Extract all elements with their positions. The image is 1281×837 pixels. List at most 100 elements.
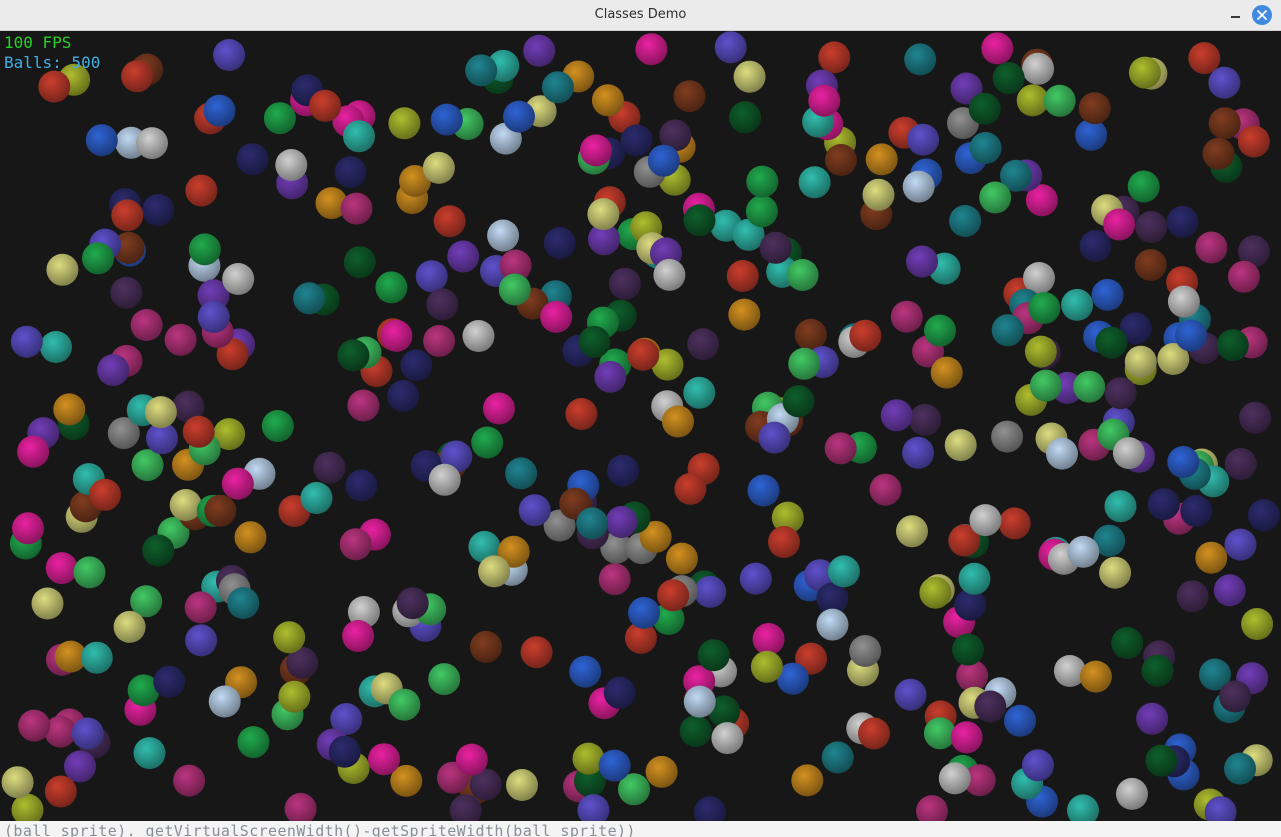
ball-sprite	[185, 624, 218, 657]
ball-sprite	[565, 398, 598, 430]
ball-sprite	[1136, 702, 1169, 735]
window-titlebar[interactable]: Classes Demo	[0, 0, 1281, 31]
ball-sprite	[1112, 437, 1145, 470]
ball-sprite	[38, 70, 71, 103]
ball-sprite	[261, 410, 294, 442]
ball-sprite	[478, 555, 511, 588]
ball-sprite	[293, 282, 326, 315]
ball-sprite	[758, 421, 791, 454]
ball-sprite	[791, 764, 824, 797]
ball-sprite	[342, 620, 375, 652]
ball-sprite	[343, 246, 376, 279]
ball-sprite	[745, 195, 778, 228]
ball-sprite	[518, 494, 551, 527]
ball-sprite	[728, 298, 761, 331]
ball-sprite	[909, 403, 942, 436]
ball-sprite	[974, 690, 1007, 723]
ball-sprite	[396, 587, 429, 620]
ball-sprite	[520, 636, 553, 669]
ball-sprite	[580, 134, 612, 167]
ball-sprite	[747, 474, 780, 507]
ball-sprite	[523, 34, 556, 67]
ball-sprite	[430, 103, 463, 136]
ball-sprite	[18, 709, 51, 742]
ball-sprite	[221, 467, 254, 500]
ball-sprite	[1134, 249, 1167, 281]
ball-sprite	[1061, 288, 1094, 321]
ball-sprite	[647, 144, 680, 177]
ball-sprite	[433, 205, 466, 238]
ball-sprite	[605, 506, 638, 538]
ball-sprite	[1079, 230, 1112, 262]
ball-sprite	[10, 325, 43, 358]
ball-sprite	[121, 60, 154, 93]
ball-sprite	[368, 743, 400, 776]
ball-sprite	[726, 260, 759, 292]
ball-sprite	[578, 325, 611, 358]
ball-sprite	[627, 338, 660, 371]
minimize-button[interactable]	[1226, 6, 1246, 26]
ball-sprite	[591, 84, 624, 117]
ball-sprite	[768, 526, 800, 558]
game-canvas[interactable]: 100 FPS Balls: 500	[0, 31, 1281, 829]
ball-sprite	[328, 735, 361, 768]
ball-sprite	[1104, 490, 1137, 523]
ball-sprite	[113, 610, 146, 643]
ball-sprite	[203, 94, 236, 127]
ball-sprite	[1147, 488, 1180, 521]
ball-sprite	[919, 576, 952, 609]
ball-sprite	[173, 764, 206, 797]
ball-sprite	[375, 271, 408, 304]
ball-sprite	[85, 124, 118, 157]
ball-sprite	[213, 39, 246, 71]
ball-sprite	[620, 124, 653, 157]
ball-sprite	[345, 469, 378, 502]
ball-sprite	[1213, 574, 1246, 607]
ball-sprite	[1237, 125, 1270, 158]
ball-sprite	[422, 151, 455, 184]
ball-sprite	[697, 639, 730, 672]
ball-sprite	[906, 245, 938, 278]
ball-sprite	[849, 319, 882, 352]
ball-sprite	[388, 107, 421, 140]
ball-sprite	[1141, 654, 1174, 687]
close-button[interactable]	[1252, 5, 1272, 25]
ball-sprite	[426, 288, 459, 321]
ball-sprite	[340, 192, 373, 225]
ball-sprite	[714, 31, 747, 64]
ball-sprite	[1227, 260, 1260, 293]
ball-sprite	[71, 717, 104, 750]
ball-sprite	[1022, 749, 1054, 782]
ball-sprite	[111, 199, 144, 232]
ball-sprite	[979, 181, 1012, 214]
ball-sprite	[1095, 326, 1128, 359]
ball-sprite	[144, 396, 177, 429]
ball-sprite	[1103, 208, 1136, 241]
ball-sprite	[890, 300, 923, 333]
ball-sprite	[739, 562, 772, 595]
ball-sprite	[1176, 580, 1209, 613]
ball-sprite	[1004, 704, 1036, 737]
ball-sprite	[635, 33, 668, 66]
ball-sprite	[1104, 377, 1137, 410]
ball-sprite	[1, 766, 34, 799]
ball-sprite	[483, 392, 515, 425]
ball-sprite	[808, 84, 841, 117]
ball-sprite	[498, 273, 531, 306]
ball-sprite	[825, 144, 857, 176]
ball-sprite	[17, 435, 50, 468]
ball-sprite	[894, 678, 927, 711]
ball-sprite	[794, 318, 827, 351]
ball-sprite	[400, 349, 433, 382]
ball-sprite	[1124, 345, 1157, 378]
ball-sprite	[869, 473, 902, 506]
ball-sprite	[387, 380, 420, 412]
ball-sprite	[628, 596, 660, 629]
ball-sprite	[711, 722, 744, 755]
ball-sprite	[594, 360, 627, 393]
ball-sprite	[746, 165, 779, 198]
ball-sprite	[798, 166, 831, 199]
ball-sprite	[949, 205, 982, 237]
ball-sprite	[782, 385, 815, 418]
ball-sprite	[204, 494, 237, 527]
